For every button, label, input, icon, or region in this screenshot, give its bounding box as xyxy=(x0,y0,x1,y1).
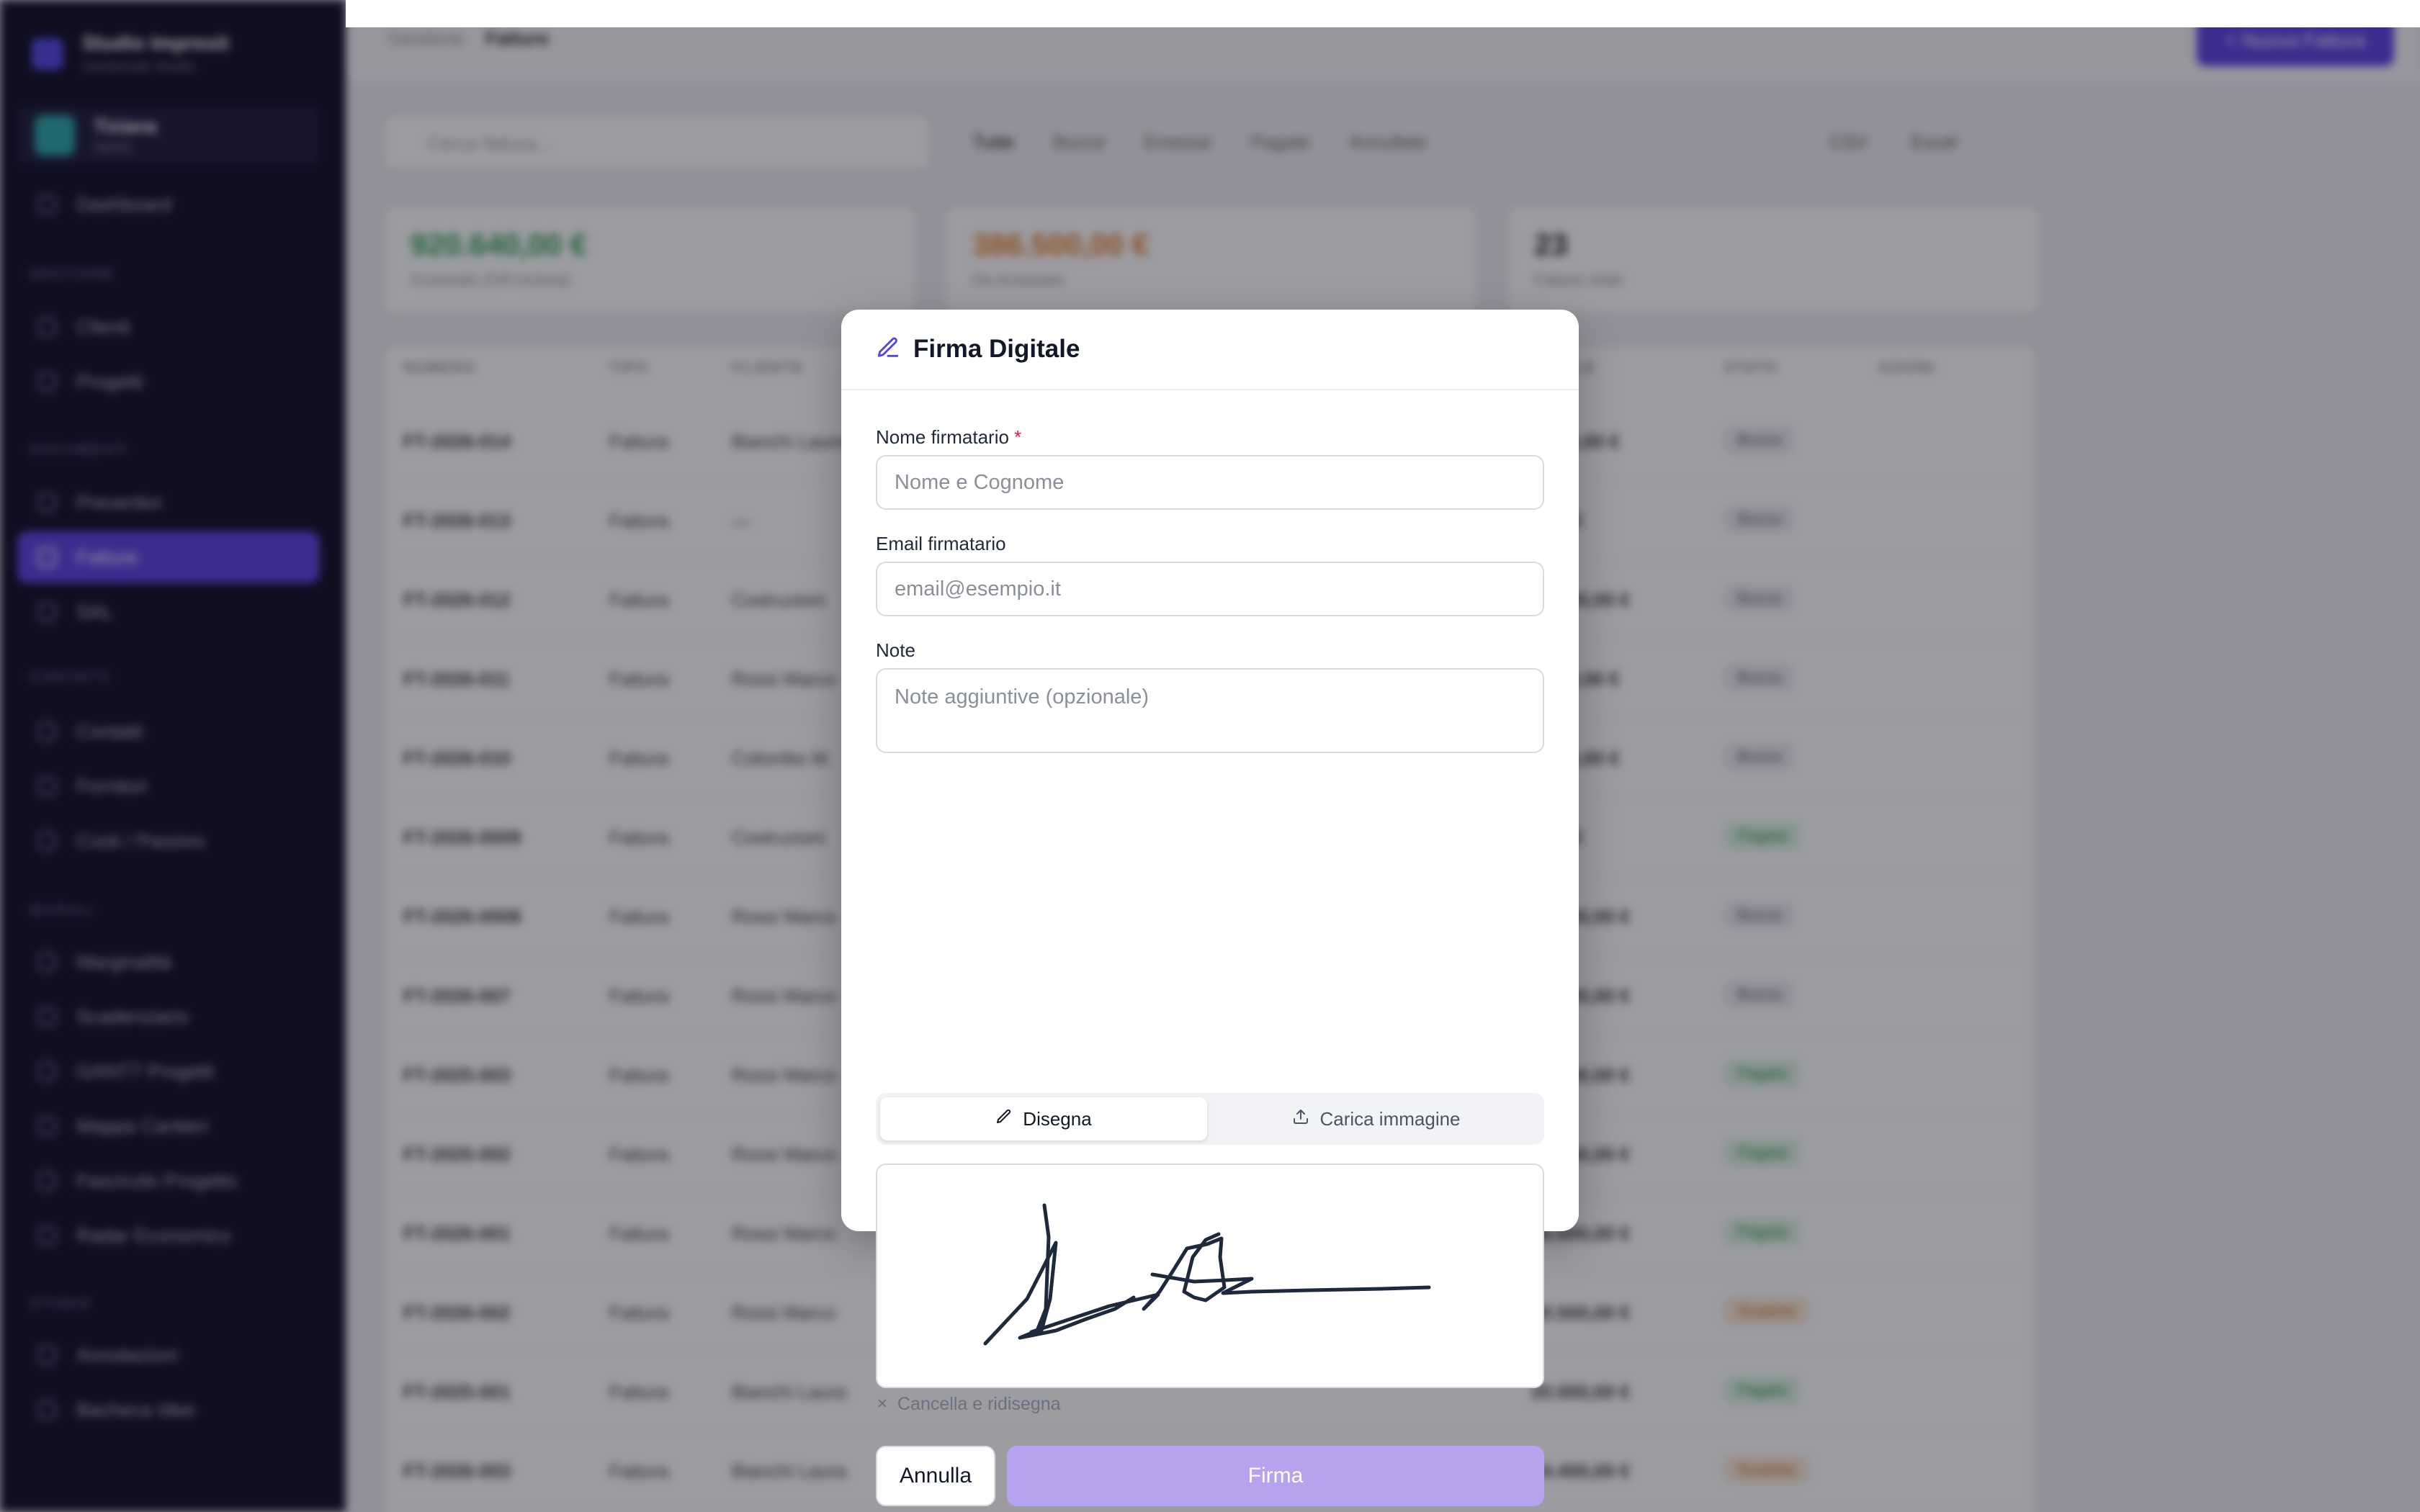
signature-mode-tabs: Disegna Carica immagine xyxy=(876,1093,1544,1145)
tab-upload-image[interactable]: Carica immagine xyxy=(1213,1097,1540,1140)
clear-signature-label: Cancella e ridisegna xyxy=(897,1394,1061,1414)
sign-button[interactable]: Firma xyxy=(1007,1446,1544,1506)
top-strip xyxy=(346,0,2420,27)
dialog-header: Firma Digitale xyxy=(841,310,1579,390)
note-textarea[interactable] xyxy=(876,668,1544,753)
signer-email-label: Email firmatario xyxy=(876,533,1006,554)
upload-icon xyxy=(1292,1108,1309,1130)
signer-name-label-text: Nome firmatario xyxy=(876,426,1009,448)
clear-signature-link[interactable]: Cancella e ridisegna xyxy=(876,1394,1061,1415)
signature-stroke xyxy=(983,1203,1431,1346)
dialog-title: Firma Digitale xyxy=(913,335,1080,363)
close-x-icon xyxy=(876,1394,889,1415)
tab-upload-label: Carica immagine xyxy=(1319,1107,1461,1130)
pen-icon xyxy=(995,1108,1013,1130)
pen-icon xyxy=(876,336,900,364)
required-mark: * xyxy=(1014,426,1022,448)
signer-name-input[interactable] xyxy=(876,455,1544,510)
tab-draw[interactable]: Disegna xyxy=(880,1097,1207,1140)
signer-name-label: Nome firmatario * xyxy=(876,426,1021,449)
cancel-button[interactable]: Annulla xyxy=(876,1446,995,1506)
digital-signature-dialog: Firma Digitale Nome firmatario * Email f… xyxy=(841,310,1579,1506)
signer-email-input[interactable] xyxy=(876,562,1544,616)
tab-draw-label: Disegna xyxy=(1023,1107,1092,1130)
note-label: Note xyxy=(876,639,915,661)
signature-canvas[interactable] xyxy=(876,1164,1544,1388)
